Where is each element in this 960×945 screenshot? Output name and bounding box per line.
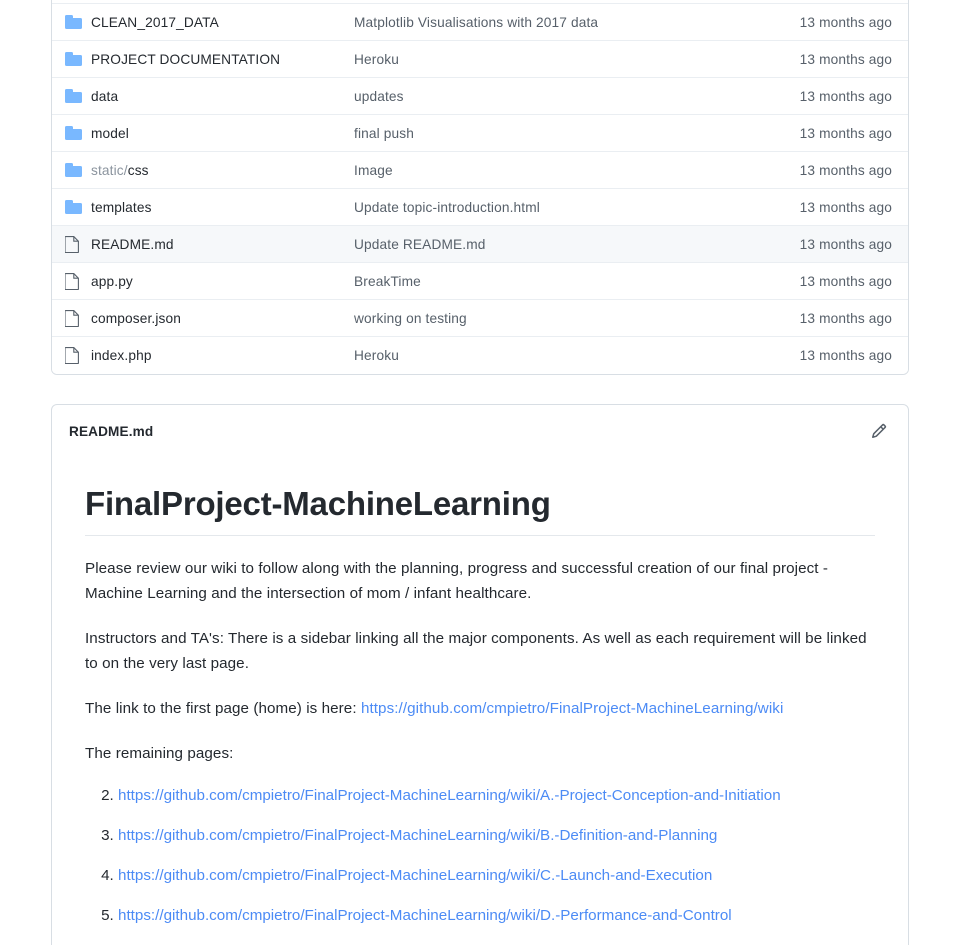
readme-filename: README.md [69, 423, 154, 439]
table-row[interactable]: PROJECT DOCUMENTATION Heroku 13 months ago [52, 41, 908, 78]
table-row[interactable]: composer.json working on testing 13 months… [52, 300, 908, 337]
row-icon-cell [63, 52, 91, 66]
list-item: https://github.com/cmpietro/FinalProject… [118, 903, 875, 928]
row-icon-cell [63, 272, 91, 290]
table-row[interactable]: index.php Heroku 13 months ago [52, 337, 908, 374]
commit-message-link[interactable]: Matplotlib Visualisations with 2017 data [354, 15, 760, 30]
file-listing-table: .ipynb_checkpointsCreate arch_ml_shrt-ch… [51, 0, 909, 375]
file-name-text: PROJECT DOCUMENTATION [91, 51, 281, 67]
file-name-text: templates [91, 199, 152, 215]
file-name-link[interactable]: templates [91, 200, 354, 215]
commit-message-link[interactable]: Update README.md [354, 237, 760, 252]
folder-icon [65, 163, 82, 177]
row-icon-cell [63, 15, 91, 29]
file-name-text: model [91, 125, 129, 141]
file-name-text: app.py [91, 273, 133, 289]
commit-age: 13 months ago [799, 162, 892, 178]
readme-title: FinalProject-MachineLearning [85, 485, 551, 522]
folder-icon [65, 52, 82, 66]
commit-message-link[interactable]: Heroku [354, 52, 760, 67]
table-row[interactable]: CLEAN_2017_DATA Matplotlib Visualisations… [52, 4, 908, 41]
file-name-link[interactable]: data [91, 89, 354, 104]
table-row[interactable]: README.md Update README.md 13 months ago [52, 226, 908, 263]
commit-message-link[interactable]: Heroku [354, 348, 760, 363]
commit-age: 13 months ago [799, 310, 892, 326]
commit-age: 13 months ago [799, 51, 892, 67]
pencil-icon [871, 423, 887, 439]
row-icon-cell [63, 347, 91, 364]
table-row[interactable]: static/css Image 13 months ago [52, 152, 908, 189]
commit-age: 13 months ago [799, 273, 892, 289]
file-name-link[interactable]: index.php [91, 348, 354, 363]
file-name-link[interactable]: app.py [91, 274, 354, 289]
commit-age: 13 months ago [799, 14, 892, 30]
row-icon-cell [63, 89, 91, 103]
file-name-link[interactable]: PROJECT DOCUMENTATION [91, 52, 354, 67]
file-name-link[interactable]: README.md [91, 237, 354, 252]
readme-paragraph-4: The remaining pages: [85, 745, 234, 763]
row-icon-cell [63, 163, 91, 177]
file-name-link[interactable]: static/css [91, 163, 354, 178]
wiki-page-list: https://github.com/cmpietro/FinalProject… [85, 783, 875, 945]
file-name-text: data [91, 88, 119, 104]
folder-icon [65, 89, 82, 103]
wiki-home-link[interactable]: https://github.com/cmpietro/FinalProject… [361, 700, 783, 717]
table-row[interactable]: data updates 13 months ago [52, 78, 908, 115]
wiki-page-link[interactable]: https://github.com/cmpietro/FinalProject… [118, 827, 717, 844]
folder-icon [65, 126, 82, 140]
readme-paragraph-3: The link to the first page (home) is her… [85, 696, 875, 721]
file-name-text: index.php [91, 348, 152, 363]
commit-age: 13 months ago [799, 236, 892, 252]
file-name-text: CLEAN_2017_DATA [91, 14, 219, 30]
file-name-text: README.md [91, 236, 174, 252]
list-item: https://github.com/cmpietro/FinalProject… [118, 823, 875, 848]
readme-content: FinalProject-MachineLearning Please revi… [52, 483, 908, 945]
commit-message-link[interactable]: final push [354, 126, 760, 141]
wiki-page-link[interactable]: https://github.com/cmpietro/FinalProject… [118, 907, 732, 924]
commit-message-link[interactable]: Image [354, 163, 760, 178]
folder-icon [65, 15, 82, 29]
table-row[interactable]: app.py BreakTime 13 months ago [52, 263, 908, 300]
row-icon-cell [63, 200, 91, 214]
file-icon [65, 235, 79, 253]
commit-message-link[interactable]: working on testing [354, 311, 760, 326]
wiki-page-link[interactable]: https://github.com/cmpietro/FinalProject… [118, 867, 712, 884]
repository-page: .ipynb_checkpointsCreate arch_ml_shrt-ch… [0, 0, 960, 945]
commit-message-link[interactable]: Update topic-introduction.html [354, 200, 760, 215]
file-icon [65, 347, 79, 364]
commit-age: 13 months ago [799, 348, 892, 363]
file-icon [65, 309, 79, 327]
title-divider [85, 535, 875, 537]
list-item: https://github.com/cmpietro/FinalProject… [118, 783, 875, 808]
edit-readme-button[interactable] [866, 418, 892, 444]
folder-icon [65, 200, 82, 214]
commit-age: 13 months ago [799, 199, 892, 215]
file-name-link[interactable]: CLEAN_2017_DATA [91, 15, 354, 30]
file-name-link[interactable]: composer.json [91, 311, 354, 326]
commit-age: 13 months ago [799, 88, 892, 104]
file-name-text: css [127, 162, 149, 178]
home-link-prefix: The link to the first page (home) is her… [85, 700, 361, 718]
commit-message-link[interactable]: BreakTime [354, 274, 760, 289]
commit-age: 13 months ago [799, 125, 892, 141]
row-icon-cell [63, 126, 91, 140]
file-path-prefix: static/ [91, 162, 128, 178]
file-name-text: composer.json [91, 310, 182, 326]
readme-header: README.md [52, 405, 908, 457]
readme-panel: README.md FinalProject-MachineLearning P… [51, 404, 909, 945]
row-icon-cell [63, 309, 91, 327]
row-icon-cell [63, 235, 91, 253]
readme-paragraph-1: Please review our wiki to follow along w… [85, 560, 829, 603]
readme-paragraph-2: Instructors and TA's: There is a sidebar… [85, 630, 867, 673]
wiki-page-link[interactable]: https://github.com/cmpietro/FinalProject… [118, 787, 781, 804]
list-item: https://github.com/cmpietro/FinalProject… [118, 863, 875, 888]
table-row[interactable]: model final push 13 months ago [52, 115, 908, 152]
commit-message-link[interactable]: updates [354, 89, 760, 104]
file-icon [65, 272, 79, 290]
file-name-link[interactable]: model [91, 126, 354, 141]
table-row[interactable]: templates Update topic-introduction.html 1… [52, 189, 908, 226]
